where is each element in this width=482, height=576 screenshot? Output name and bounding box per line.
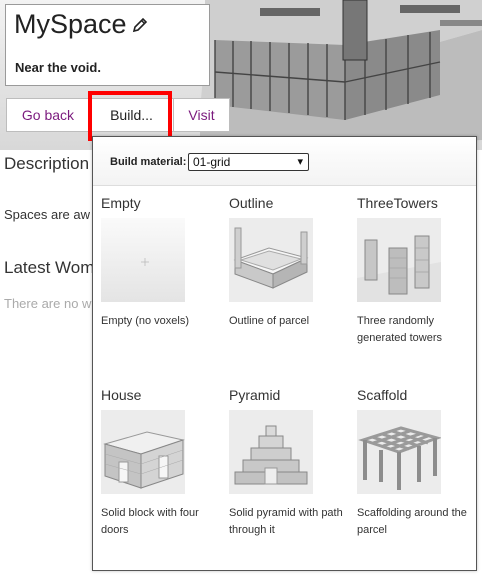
space-title: MySpace [14,9,127,39]
chevron-down-icon: ▾ [297,156,303,168]
description-text: Spaces are aw [4,207,90,222]
option-name: Empty [101,195,141,211]
empty-thumbnail [101,218,185,302]
build-material-bar: Build material: 01-grid ▾ [93,137,476,186]
description-heading: Description [4,154,90,173]
build-option-scaffold[interactable]: Scaffold Scaffolding around the parcel [357,387,477,539]
go-back-button[interactable]: Go back [6,98,90,132]
latest-heading: Latest Wom [4,258,95,277]
option-name: House [101,387,142,403]
option-description: Scaffolding around the parcel [357,507,467,536]
option-description: Three randomly generated towers [357,315,442,344]
towers-thumbnail [357,218,441,302]
build-material-label: Build material: [110,156,187,168]
option-description: Outline of parcel [229,315,310,327]
build-material-value: 01-grid [193,155,231,169]
outline-thumbnail [229,218,313,302]
option-name: Scaffold [357,387,408,403]
option-description: Solid pyramid with path through it [229,507,343,536]
option-description: Empty (no voxels) [101,315,190,327]
option-description: Solid block with four doors [101,507,199,536]
build-option-threetowers[interactable]: ThreeTowers Three randomly generated tow… [357,195,477,347]
build-material-select[interactable]: 01-grid ▾ [188,153,309,171]
option-name: ThreeTowers [357,195,438,211]
pyramid-thumbnail [229,410,313,494]
house-thumbnail [101,410,185,494]
visit-button[interactable]: Visit [173,98,230,132]
pencil-icon[interactable] [131,16,149,39]
build-highlight-box [88,91,172,141]
build-option-house[interactable]: House Solid block with four doors [101,387,221,539]
build-option-outline[interactable]: Outline Outline of parcel [229,195,349,330]
option-name: Pyramid [229,387,281,403]
space-title-card: MySpace Near the void. [5,4,210,86]
build-option-empty[interactable]: Empty Empty (no voxels) [101,195,221,330]
build-panel: Build material: 01-grid ▾ Empty Empty (n… [92,136,477,571]
option-name: Outline [229,195,274,211]
latest-empty-text: There are no w [4,296,92,311]
space-subtitle: Near the void. [15,60,101,75]
build-option-pyramid[interactable]: Pyramid Solid pyramid with path through … [229,387,349,539]
scaffold-thumbnail [357,410,441,494]
